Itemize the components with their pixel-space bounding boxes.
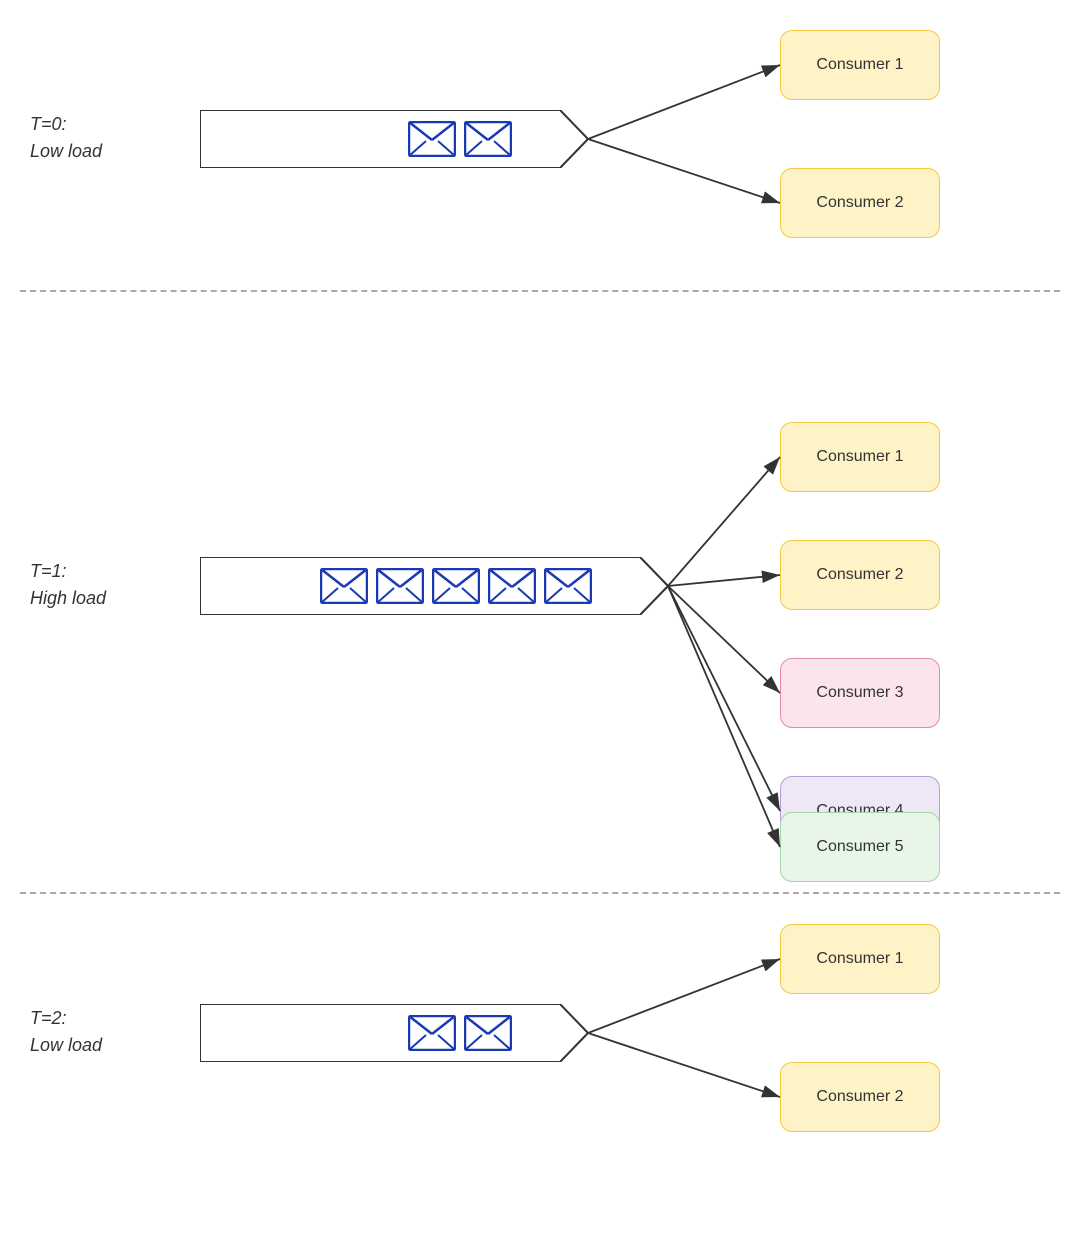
- consumer-t1-5: Consumer 5: [780, 812, 940, 882]
- envelope-icon: [544, 568, 592, 604]
- queue-t0: [200, 110, 560, 168]
- envelope-icon: [488, 568, 536, 604]
- label-t0: T=0:Low load: [30, 111, 102, 165]
- arrow-line: [588, 1033, 780, 1097]
- arrow-line: [668, 586, 780, 811]
- consumer-t2-2: Consumer 2: [780, 1062, 940, 1132]
- arrow-line: [668, 586, 780, 693]
- arrow-line: [668, 457, 780, 586]
- arrow-line: [588, 959, 780, 1033]
- envelopes-t2: [406, 1004, 514, 1062]
- envelope-icon: [376, 568, 424, 604]
- queue-shape-icon: [200, 110, 588, 168]
- consumer-t1-1: Consumer 1: [780, 422, 940, 492]
- envelopes-t1: [318, 557, 594, 615]
- envelope-icon: [408, 1015, 456, 1051]
- consumer-t2-1: Consumer 1: [780, 924, 940, 994]
- envelope-icon: [408, 121, 456, 157]
- section-t0: T=0:Low load Consumer 1 Consumer 2: [0, 0, 1080, 290]
- label-t2: T=2:Low load: [30, 1005, 102, 1059]
- consumer-t0-1: Consumer 1: [780, 30, 940, 100]
- consumer-t0-2: Consumer 2: [780, 168, 940, 238]
- consumer-t1-3: Consumer 3: [780, 658, 940, 728]
- arrow-line: [668, 586, 780, 847]
- envelope-icon: [320, 568, 368, 604]
- envelope-icon: [464, 121, 512, 157]
- envelope-icon: [464, 1015, 512, 1051]
- envelope-icon: [432, 568, 480, 604]
- queue-t2: [200, 1004, 560, 1062]
- section-t1: T=1:High load Consumer 1 Consumer 2 Consum…: [0, 292, 1080, 892]
- consumer-t1-2: Consumer 2: [780, 540, 940, 610]
- label-t1: T=1:High load: [30, 558, 106, 612]
- envelopes-t0: [406, 110, 514, 168]
- queue-shape-icon: [200, 1004, 588, 1062]
- arrow-line: [668, 575, 780, 586]
- queue-t1: [200, 557, 640, 615]
- section-t2: T=2:Low load Consumer 1 Consumer 2: [0, 894, 1080, 1184]
- arrow-line: [588, 65, 780, 139]
- arrow-line: [588, 139, 780, 203]
